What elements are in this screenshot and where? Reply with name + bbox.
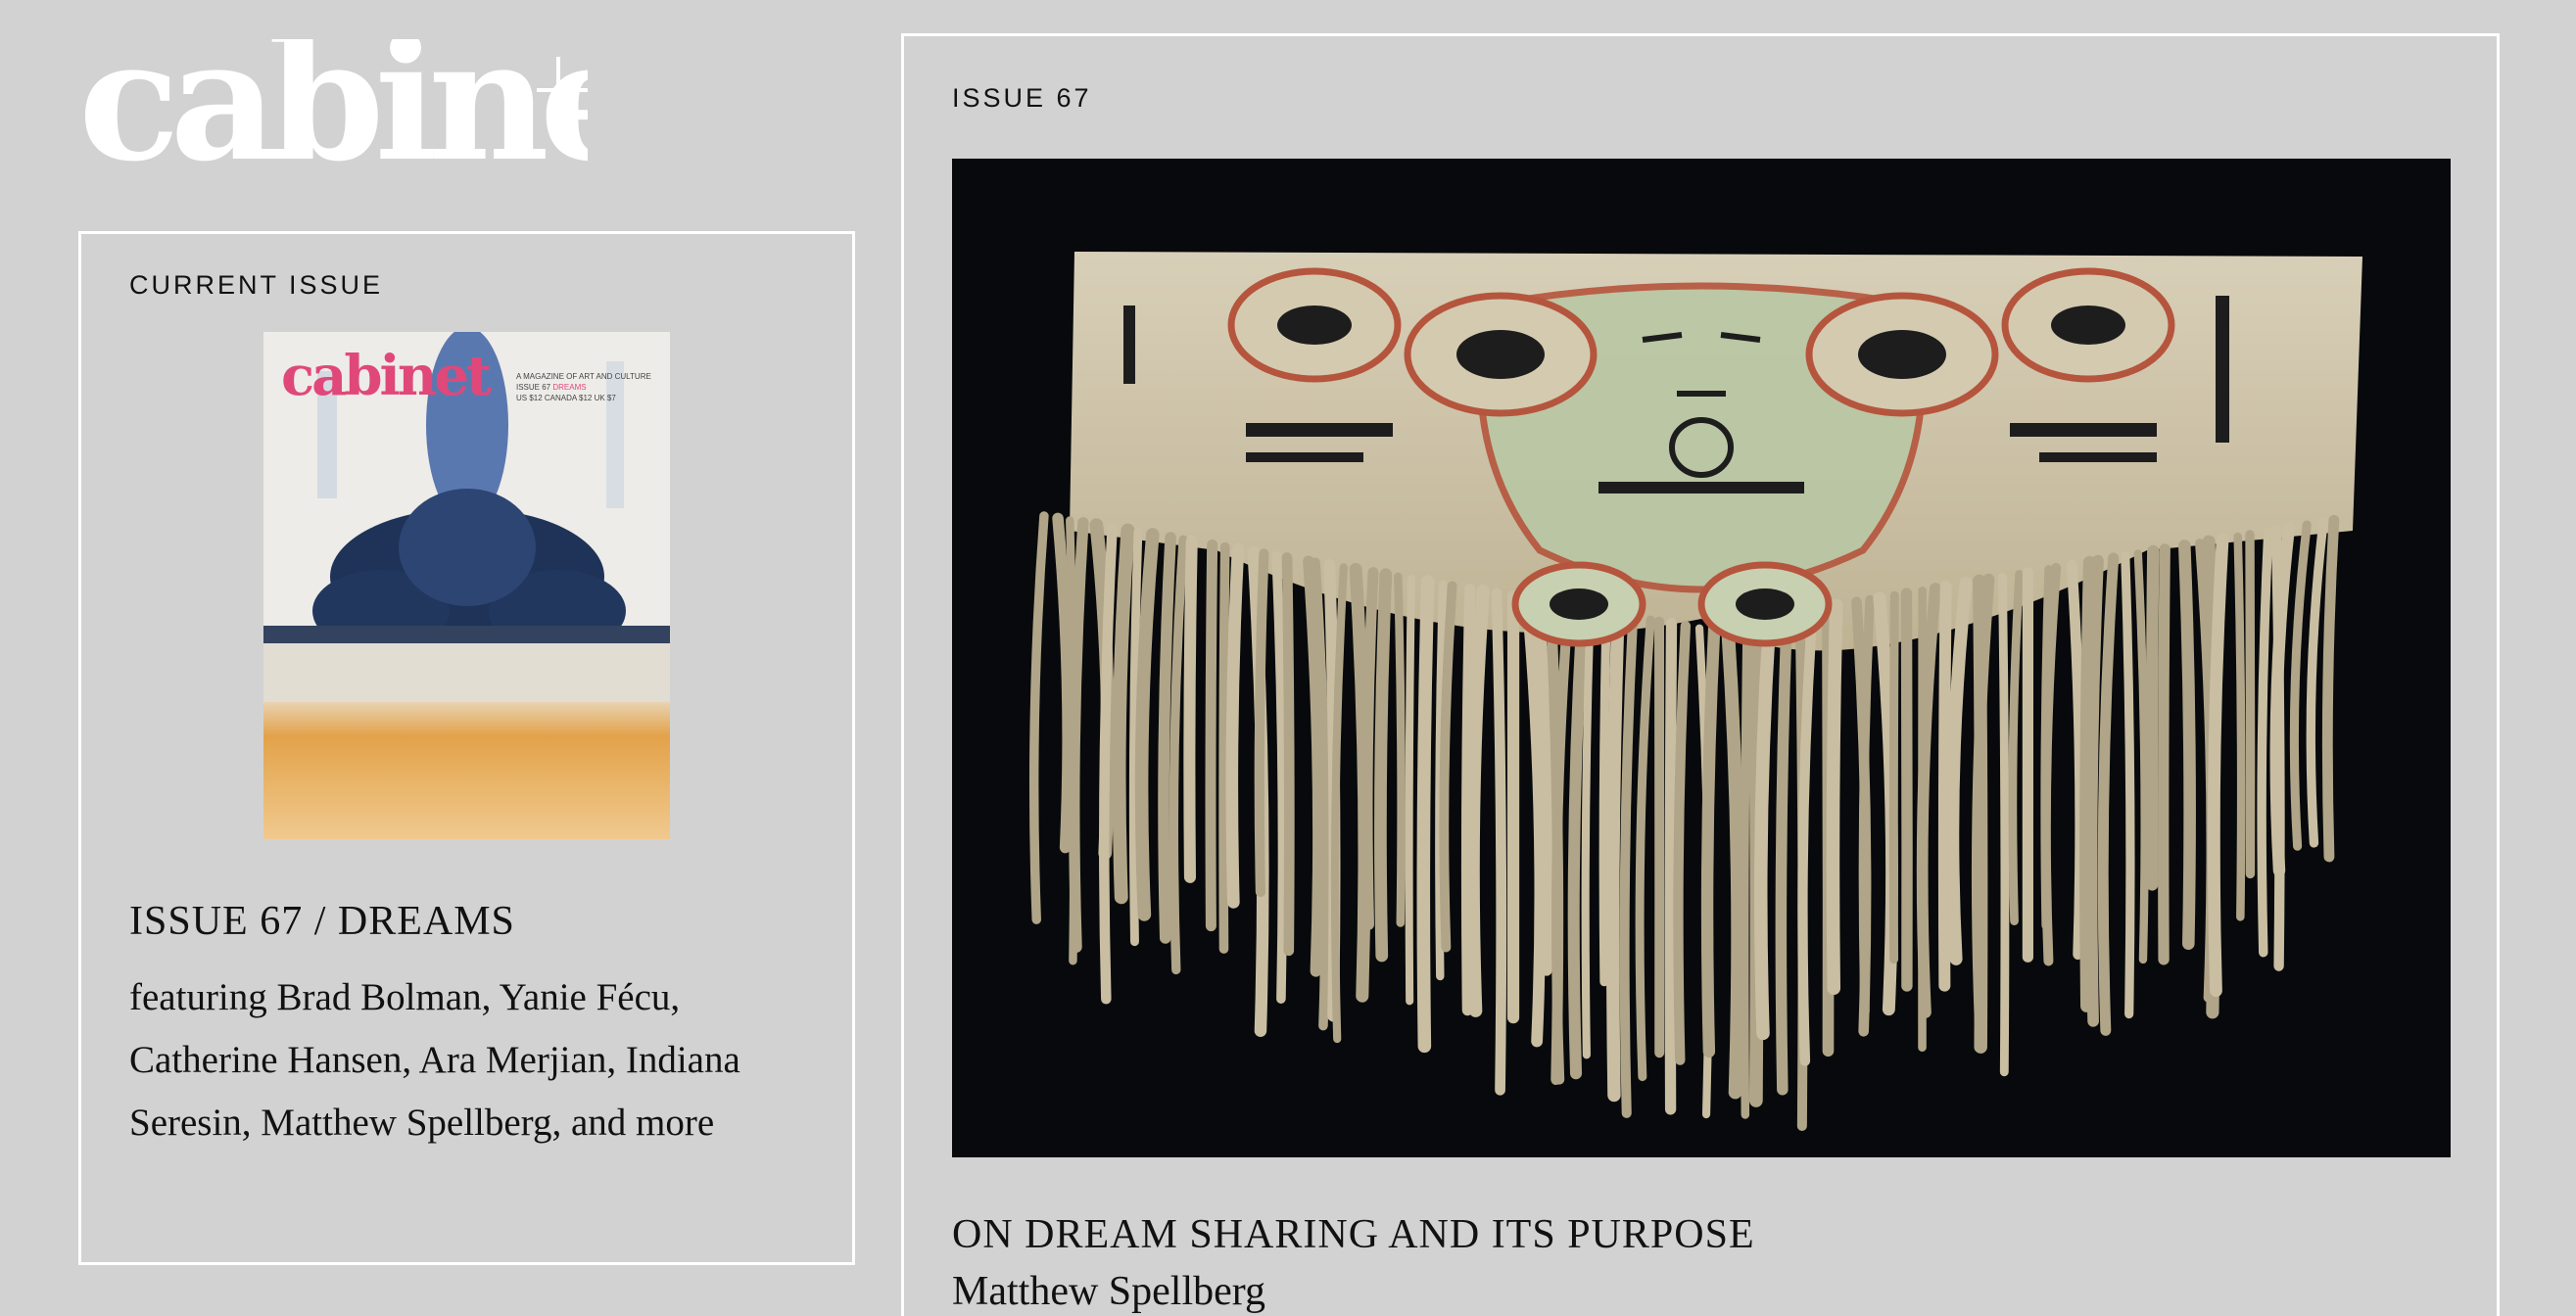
issue-cover-image[interactable]: cabinet A MAGAZINE OF ART AND CULTURE IS… xyxy=(263,332,670,839)
feature-panel: ISSUE 67 ON DREAM SHARING AND ITS PURPOS… xyxy=(901,33,2500,1316)
cover-meta: A MAGAZINE OF ART AND CULTURE ISSUE 67 D… xyxy=(516,371,663,403)
issue-description: featuring Brad Bolman, Yanie Fécu, Cathe… xyxy=(129,976,740,1144)
cover-tagline: A MAGAZINE OF ART AND CULTURE xyxy=(516,372,651,381)
cover-theme: DREAMS xyxy=(552,383,587,392)
feature-kicker: ISSUE 67 xyxy=(952,83,1092,113)
cover-logo-text: cabinet xyxy=(281,344,492,408)
feature-author[interactable]: Matthew Spellberg xyxy=(952,1268,1265,1315)
feature-image[interactable] xyxy=(952,159,2451,1157)
current-issue-panel: CURRENT ISSUE cabinet A MAGAZINE OF ART … xyxy=(78,231,855,1265)
site-logo-text: cabinet xyxy=(78,39,588,186)
site-logo[interactable]: cabinet xyxy=(78,3,722,199)
current-issue-kicker: CURRENT ISSUE xyxy=(129,270,384,300)
cover-issue-label: ISSUE 67 xyxy=(516,383,551,392)
cover-prices: US $12 CANADA $12 UK $7 xyxy=(516,394,616,402)
issue-title-link[interactable]: ISSUE 67 / DREAMS xyxy=(129,898,515,945)
feature-title-link[interactable]: ON DREAM SHARING AND ITS PURPOSE xyxy=(952,1211,1755,1258)
